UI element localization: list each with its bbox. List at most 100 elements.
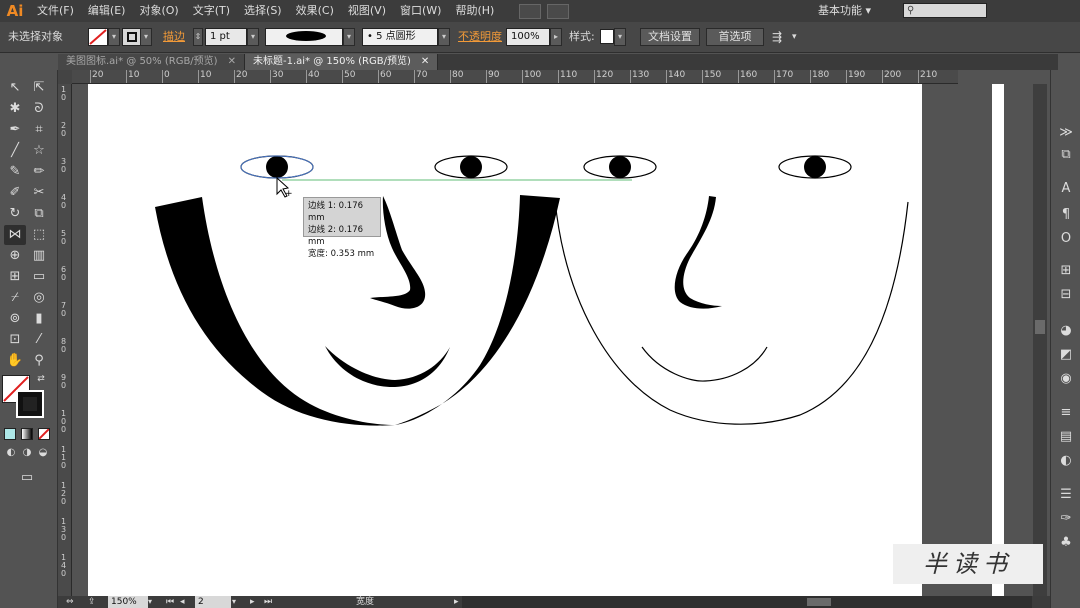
brush-dropdown[interactable]: ▾ xyxy=(438,28,450,46)
preferences-button[interactable]: 首选项 xyxy=(706,28,764,46)
slice-tool-icon[interactable]: ⁄ xyxy=(28,330,50,350)
transform-panel-icon[interactable]: ⧉ xyxy=(1057,146,1075,164)
draw-inside-icon[interactable]: ◒ xyxy=(36,446,50,460)
last-artboard-icon[interactable]: ⏭ xyxy=(264,596,272,608)
blob-brush-tool-icon[interactable]: ✐ xyxy=(4,183,26,203)
stroke-dropdown[interactable]: ▾ xyxy=(140,28,152,46)
rotate-tool-icon[interactable]: ↻ xyxy=(4,204,26,224)
horizontal-scroll-thumb[interactable] xyxy=(807,598,831,606)
bridge-icon[interactable] xyxy=(519,3,542,19)
tab-document-2[interactable]: 未标题-1.ai* @ 150% (RGB/预览) ✕ xyxy=(244,54,439,70)
hand-tool-icon[interactable]: ✋ xyxy=(4,351,26,371)
artboard[interactable] xyxy=(165,84,922,596)
artboard-number-field[interactable]: 2 xyxy=(195,596,231,608)
symbol-sprayer-tool-icon[interactable]: ⊚ xyxy=(4,309,26,329)
status-arrow-icon[interactable]: ▸ xyxy=(454,596,459,608)
workspace-switcher[interactable]: 基本功能 ▾ xyxy=(818,0,871,22)
menu-view[interactable]: 视图(V) xyxy=(341,0,393,22)
none-mode-icon[interactable] xyxy=(38,428,50,440)
color-mode-icon[interactable] xyxy=(4,428,16,440)
stroke-panel-link[interactable]: 描边 xyxy=(163,28,185,46)
menu-help[interactable]: 帮助(H) xyxy=(448,0,501,22)
draw-normal-icon[interactable]: ◐ xyxy=(4,446,18,460)
status-menu-icon[interactable]: ⇔ xyxy=(66,596,74,608)
scissors-tool-icon[interactable]: ✂ xyxy=(28,183,50,203)
star-tool-icon[interactable]: ☆ xyxy=(28,141,50,161)
opacity-panel-link[interactable]: 不透明度 xyxy=(458,28,502,46)
graphic-style-dropdown[interactable]: ▾ xyxy=(614,28,626,46)
ruler-origin[interactable] xyxy=(58,70,72,84)
color-guide-icon[interactable]: ◉ xyxy=(1057,370,1075,388)
first-artboard-icon[interactable]: ⏮ xyxy=(166,596,174,608)
column-graph-tool-icon[interactable]: ▮ xyxy=(28,309,50,329)
brush-definition[interactable]: • 5 点圆形 xyxy=(362,28,438,46)
zoom-tool-icon[interactable]: ⚲ xyxy=(28,351,50,371)
align-panel-icon[interactable]: ⊞ xyxy=(1057,262,1075,280)
gradient-panel-icon[interactable]: ▤ xyxy=(1057,428,1075,446)
swap-colors-icon[interactable]: ⇄ xyxy=(34,372,48,386)
export-icon[interactable]: ⇪ xyxy=(88,596,96,608)
width-tool-icon[interactable]: ⋈ xyxy=(4,225,26,245)
arrange-icon[interactable]: ⇶ xyxy=(772,28,782,46)
character-panel-icon[interactable]: A xyxy=(1057,180,1075,198)
mesh-tool-icon[interactable]: ⊞ xyxy=(4,267,26,287)
free-transform-tool-icon[interactable]: ⬚ xyxy=(28,225,50,245)
artboard-crop-tool-icon[interactable]: ⊡ xyxy=(4,330,26,350)
stroke-color-box[interactable] xyxy=(16,390,44,418)
artboard-dropdown[interactable]: ▾ xyxy=(232,596,236,608)
tab-document-1[interactable]: 美图图标.ai* @ 50% (RGB/预览) ✕ xyxy=(58,54,245,70)
graphic-style-swatch[interactable] xyxy=(600,29,614,44)
document-setup-button[interactable]: 文档设置 xyxy=(640,28,700,46)
variable-width-profile[interactable] xyxy=(265,28,343,46)
vertical-scrollbar[interactable] xyxy=(1033,84,1047,596)
menu-type[interactable]: 文字(T) xyxy=(186,0,237,22)
gradient-mode-icon[interactable] xyxy=(21,428,33,440)
stroke-weight-field[interactable]: 1 pt xyxy=(205,28,247,46)
blend-tool-icon[interactable]: ◎ xyxy=(28,288,50,308)
draw-behind-icon[interactable]: ◑ xyxy=(20,446,34,460)
appearance-panel-icon[interactable]: ☰ xyxy=(1057,486,1075,504)
collapse-panels-icon[interactable]: ≫ xyxy=(1057,124,1075,142)
pen-tool-icon[interactable]: ✒ xyxy=(4,120,26,140)
color-panel-icon[interactable]: ◕ xyxy=(1057,322,1075,340)
shape-builder-tool-icon[interactable]: ⊕ xyxy=(4,246,26,266)
lasso-tool-icon[interactable]: ᘐ xyxy=(28,99,50,119)
pathfinder-panel-icon[interactable]: ⊟ xyxy=(1057,286,1075,304)
direct-selection-tool-icon[interactable]: ⇱ xyxy=(28,78,50,98)
menu-window[interactable]: 窗口(W) xyxy=(393,0,448,22)
fill-dropdown[interactable]: ▾ xyxy=(108,28,120,46)
pencil-tool-icon[interactable]: ✏ xyxy=(28,162,50,182)
brushes-panel-icon[interactable]: ✑ xyxy=(1057,510,1075,528)
zoom-dropdown[interactable]: ▾ xyxy=(148,596,152,608)
selection-tool-icon[interactable]: ↖ xyxy=(4,78,26,98)
eyedropper-tool-icon[interactable]: ⌿ xyxy=(4,288,26,308)
transparency-panel-icon[interactable]: ◐ xyxy=(1057,452,1075,470)
vertical-scroll-thumb[interactable] xyxy=(1035,320,1045,334)
menu-select[interactable]: 选择(S) xyxy=(237,0,289,22)
vertical-ruler[interactable]: 10 20 30 40 50 60 70 80 90 100 110 120 130 140 xyxy=(58,84,72,596)
stroke-panel-icon[interactable]: ≡ xyxy=(1057,404,1075,422)
arrange-documents-icon[interactable] xyxy=(547,3,570,19)
screen-mode-icon[interactable]: ▭ xyxy=(16,468,38,488)
fill-swatch[interactable] xyxy=(88,28,108,46)
menu-edit[interactable]: 编辑(E) xyxy=(81,0,133,22)
gradient-tool-icon[interactable]: ▭ xyxy=(28,267,50,287)
control-menu-icon[interactable]: ▾ xyxy=(792,28,797,46)
tab-close-icon[interactable]: ✕ xyxy=(228,54,236,70)
swatches-panel-icon[interactable]: ◩ xyxy=(1057,346,1075,364)
next-artboard-icon[interactable]: ▸ xyxy=(250,596,255,608)
tab-close-icon[interactable]: ✕ xyxy=(421,54,429,70)
stroke-weight-dropdown[interactable]: ▾ xyxy=(247,28,259,46)
zoom-field[interactable]: 150% xyxy=(108,596,148,608)
menu-object[interactable]: 对象(O) xyxy=(132,0,185,22)
opacity-dropdown[interactable]: ▸ xyxy=(550,28,562,46)
line-tool-icon[interactable]: ╱ xyxy=(4,141,26,161)
help-search-input[interactable]: ⚲ xyxy=(903,3,987,18)
perspective-grid-tool-icon[interactable]: ▥ xyxy=(28,246,50,266)
width-profile-dropdown[interactable]: ▾ xyxy=(343,28,355,46)
opentype-panel-icon[interactable]: O xyxy=(1057,230,1075,248)
scale-tool-icon[interactable]: ⧉ xyxy=(28,204,50,224)
paragraph-panel-icon[interactable]: ¶ xyxy=(1057,206,1075,224)
menu-file[interactable]: 文件(F) xyxy=(30,0,81,22)
symbols-panel-icon[interactable]: ♣ xyxy=(1057,534,1075,552)
